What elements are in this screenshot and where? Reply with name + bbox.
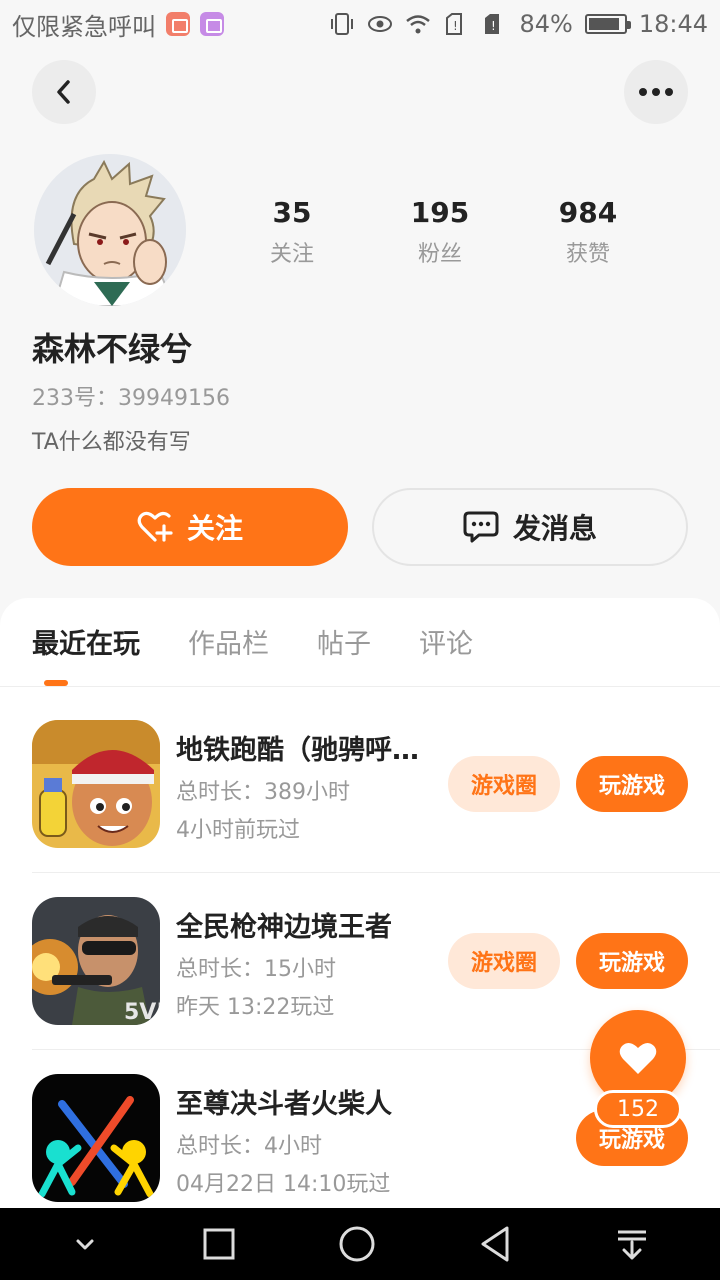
back-triangle-icon[interactable] xyxy=(477,1224,513,1264)
stat-fans[interactable]: 195 粉丝 xyxy=(366,196,514,268)
follow-button[interactable]: 关注 xyxy=(32,488,348,566)
game-last-played: 昨天 13:22玩过 xyxy=(176,995,335,1020)
sim-no-signal-icon: ! xyxy=(446,13,463,35)
game-icon-shooter: 5V5 xyxy=(32,897,160,1025)
game-duration: 总时长：389小时 xyxy=(176,780,350,805)
play-game-button[interactable]: 玩游戏 xyxy=(576,933,688,989)
notification-pulldown-icon[interactable] xyxy=(614,1226,650,1262)
game-last-played: 4小时前玩过 xyxy=(176,818,300,843)
tab-posts[interactable]: 帖子 xyxy=(317,622,371,678)
gallery-app-icon xyxy=(200,12,224,36)
recents-square-icon[interactable] xyxy=(201,1226,237,1262)
stat-value: 984 xyxy=(558,196,618,229)
tab-comments[interactable]: 评论 xyxy=(419,622,473,678)
follow-label: 关注 xyxy=(186,512,243,545)
back-button[interactable] xyxy=(32,60,96,124)
stat-label: 粉丝 xyxy=(417,242,462,267)
user-bio: TA什么都没有写 xyxy=(32,430,191,455)
mail-app-icon xyxy=(166,12,190,36)
status-bar: 仅限紧急呼叫 ! ! 84% 18:44 xyxy=(0,0,720,48)
game-name: 地铁跑酷（驰骋呼… xyxy=(176,735,419,766)
battery-icon xyxy=(584,14,631,34)
clock: 18:44 xyxy=(638,10,708,38)
game-list-item[interactable]: 5V5 全民枪神边境王者 总时长：15小时 昨天 13:22玩过 游戏圈 玩游戏 xyxy=(32,897,688,1027)
user-id: 233号：39949156 xyxy=(32,386,230,411)
profile-stats: 35 关注 195 粉丝 984 获赞 xyxy=(218,196,662,268)
message-button[interactable]: 发消息 xyxy=(372,488,688,566)
like-count: 152 xyxy=(594,1090,682,1128)
system-nav-bar xyxy=(0,1208,720,1280)
svg-text:5V5: 5V5 xyxy=(124,1000,160,1025)
row-divider xyxy=(32,872,720,873)
chevron-left-icon xyxy=(57,80,70,104)
avatar-image xyxy=(34,154,186,306)
eye-icon xyxy=(368,16,393,32)
game-list-item[interactable]: 至尊决斗者火柴人 总时长：4小时 04月22日 14:10玩过 玩游戏 xyxy=(32,1074,688,1204)
wifi-icon xyxy=(406,15,431,34)
stat-likes[interactable]: 984 获赞 xyxy=(514,196,662,268)
play-game-button[interactable]: 玩游戏 xyxy=(576,756,688,812)
tab-works[interactable]: 作品栏 xyxy=(188,622,269,678)
game-icon-stickman xyxy=(32,1074,160,1202)
game-circle-button[interactable]: 游戏圈 xyxy=(448,933,560,989)
stat-following[interactable]: 35 关注 xyxy=(218,196,366,268)
home-circle-icon[interactable] xyxy=(337,1224,377,1264)
tab-divider xyxy=(0,686,720,687)
heart-icon xyxy=(619,1042,657,1074)
heart-plus-icon xyxy=(137,511,173,542)
vibrate-icon xyxy=(331,13,354,35)
sim-signal-icon: ! xyxy=(485,14,500,34)
chat-bubble-icon xyxy=(463,511,499,543)
game-name: 全民枪神边境王者 xyxy=(176,912,392,943)
message-label: 发消息 xyxy=(512,512,597,545)
game-circle-button[interactable]: 游戏圈 xyxy=(448,756,560,812)
more-button[interactable] xyxy=(624,60,688,124)
stat-value: 35 xyxy=(272,196,312,229)
ellipsis-icon xyxy=(639,88,673,96)
svg-text:!: ! xyxy=(491,19,496,33)
stat-label: 关注 xyxy=(269,242,314,267)
tab-recent-games[interactable]: 最近在玩 xyxy=(32,622,140,678)
svg-text:!: ! xyxy=(453,19,458,33)
game-icon-subway-surfers xyxy=(32,720,160,848)
game-duration: 总时长：4小时 xyxy=(176,1134,322,1159)
stat-value: 195 xyxy=(410,196,470,229)
carrier-text: 仅限紧急呼叫 xyxy=(12,12,156,41)
battery-percent: 84% xyxy=(519,10,573,38)
game-list-item[interactable]: 地铁跑酷（驰骋呼… 总时长：389小时 4小时前玩过 游戏圈 玩游戏 xyxy=(32,720,688,850)
username: 森林不绿兮 xyxy=(32,330,193,368)
game-last-played: 04月22日 14:10玩过 xyxy=(176,1172,391,1197)
avatar[interactable] xyxy=(34,154,186,306)
tab-bar: 最近在玩 作品栏 帖子 评论 xyxy=(32,622,473,678)
game-name: 至尊决斗者火柴人 xyxy=(176,1089,392,1120)
stat-label: 获赞 xyxy=(565,242,610,267)
game-duration: 总时长：15小时 xyxy=(176,957,336,982)
chevron-down-icon[interactable] xyxy=(70,1229,100,1259)
